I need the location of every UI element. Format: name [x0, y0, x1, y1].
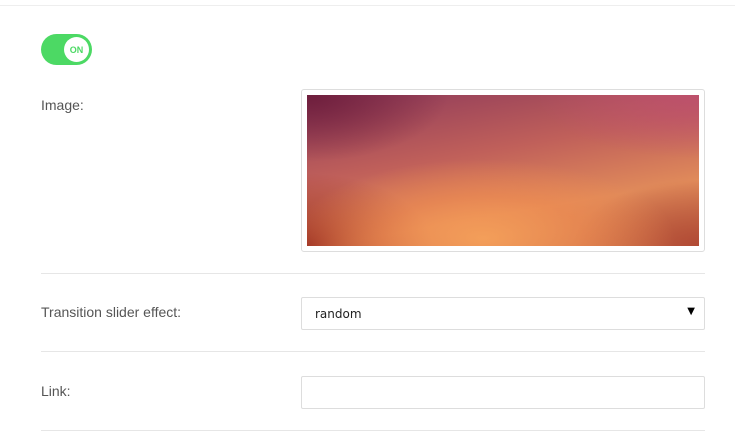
link-input[interactable] [301, 376, 705, 409]
transition-effect-select[interactable]: random ▼ [301, 297, 705, 330]
link-label: Link: [41, 383, 71, 399]
section-divider [41, 351, 705, 352]
image-label: Image: [41, 97, 84, 113]
slide-settings-panel: ON Image: Transition slider effect: rand… [0, 0, 735, 438]
dropdown-arrow-icon: ▼ [687, 306, 695, 317]
section-divider [41, 273, 705, 274]
top-divider [0, 5, 735, 6]
transition-effect-value: random [315, 307, 362, 321]
toggle-state-label: ON [69, 44, 84, 55]
section-divider [41, 430, 705, 431]
enable-toggle[interactable]: ON [41, 34, 92, 65]
transition-effect-label: Transition slider effect: [41, 304, 182, 320]
image-preview [307, 95, 699, 246]
toggle-knob: ON [64, 37, 89, 62]
image-picker[interactable] [301, 89, 705, 252]
